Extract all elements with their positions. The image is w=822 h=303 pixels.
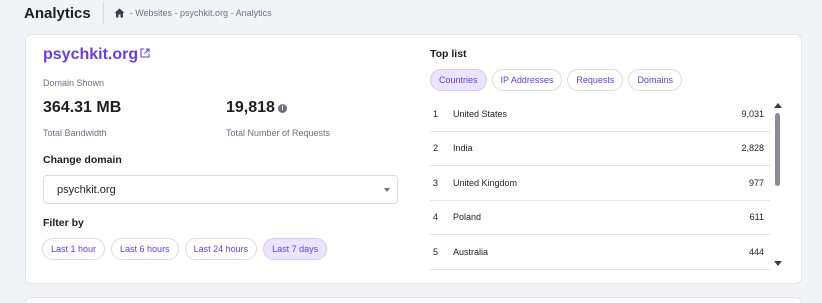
home-icon[interactable]: [114, 7, 126, 19]
list-item-count: 444: [748, 246, 764, 257]
bandwidth-label: Total Bandwidth: [43, 128, 107, 138]
filter-last-6-hours[interactable]: Last 6 hours: [111, 238, 179, 260]
list-item-rank: 2: [433, 143, 439, 154]
tab-domains[interactable]: Domains: [628, 69, 682, 91]
list-item-rank: 3: [433, 177, 439, 188]
filter-options: Last 1 hour Last 6 hours Last 24 hours L…: [42, 238, 328, 260]
requests-label: Total Number of Requests: [226, 128, 331, 138]
list-item: 1 United States 9,031: [430, 97, 770, 132]
filter-by-label: Filter by: [43, 217, 84, 229]
tab-ip-addresses[interactable]: IP Addresses: [491, 69, 563, 91]
domain-select-value: psychkit.org: [57, 183, 116, 196]
domain-shown-label: Domain Shown: [43, 78, 105, 88]
domain-name[interactable]: psychkit.org: [43, 46, 138, 64]
requests-value: 19,818: [226, 99, 275, 116]
info-icon[interactable]: i: [277, 103, 287, 113]
list-item: 5 Australia 444: [430, 235, 770, 270]
scroll-down-arrow-icon[interactable]: [774, 261, 782, 266]
next-card: [25, 297, 802, 303]
breadcrumb: - Websites - psychkit.org - Analytics: [114, 7, 272, 19]
page-header: Analytics - Websites - psychkit.org - An…: [24, 0, 814, 26]
breadcrumb-path[interactable]: - Websites - psychkit.org - Analytics: [130, 8, 272, 18]
list-item-count: 611: [749, 212, 764, 223]
scroll-up-arrow-icon[interactable]: [774, 103, 782, 108]
header-divider: [102, 2, 104, 24]
filter-last-24-hours[interactable]: Last 24 hours: [184, 238, 258, 260]
domain-title[interactable]: psychkit.org: [43, 46, 150, 64]
requests-metric: 19,818 i: [226, 99, 287, 117]
list-item-name: Poland: [453, 212, 482, 223]
top-list-tabs: Countries IP Addresses Requests Domains: [430, 69, 682, 91]
list-item-count: 977: [748, 177, 764, 188]
scrollbar-thumb[interactable]: [775, 113, 780, 186]
list-item-name: United States: [453, 108, 508, 119]
list-item: 2 India 2,828: [430, 132, 770, 166]
tab-countries[interactable]: Countries: [430, 69, 487, 91]
change-domain-label: Change domain: [43, 154, 122, 166]
chevron-down-icon[interactable]: [384, 188, 390, 192]
list-item-name: United Kingdom: [453, 177, 518, 188]
list-item-rank: 5: [433, 246, 439, 257]
list-item: 3 United Kingdom 977: [430, 166, 770, 201]
filter-last-7-days[interactable]: Last 7 days: [263, 238, 328, 260]
page-title: Analytics: [24, 4, 91, 22]
domain-select[interactable]: psychkit.org: [43, 175, 398, 204]
list-item-count: 2,828: [741, 143, 764, 154]
list-item-name: Australia: [453, 246, 489, 257]
list-item-count: 9,031: [741, 108, 764, 119]
filter-last-1-hour[interactable]: Last 1 hour: [42, 238, 106, 260]
tab-requests[interactable]: Requests: [567, 69, 624, 91]
list-item: 4 Poland 611: [430, 201, 770, 235]
list-item-name: India: [453, 143, 473, 154]
list-scrollbar[interactable]: [773, 101, 783, 271]
list-item-rank: 1: [433, 108, 439, 119]
top-list-label: Top list: [430, 48, 467, 60]
list-item-rank: 4: [433, 212, 439, 223]
bandwidth-value: 364.31 MB: [43, 99, 122, 116]
top-list: 1 United States 9,031 2 India 2,828 3 Un…: [430, 97, 770, 270]
analytics-card: psychkit.org Domain Shown 364.31 MB Tota…: [25, 34, 802, 284]
external-link-icon[interactable]: [140, 45, 150, 58]
